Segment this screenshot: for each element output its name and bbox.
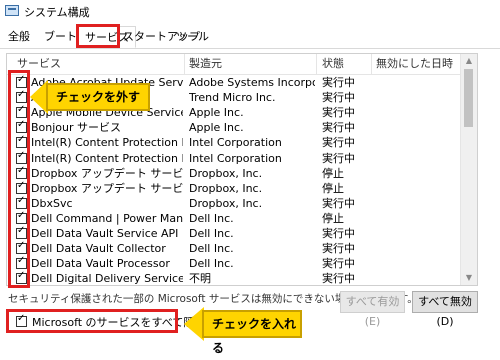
service-status: 実行中 xyxy=(322,257,355,271)
service-disabled-date xyxy=(376,256,461,272)
service-name: Dell Data Vault Collector xyxy=(31,242,166,256)
vertical-scrollbar[interactable]: ▲ ▼ xyxy=(460,54,477,285)
service-maker: Intel Corporation xyxy=(189,151,282,165)
service-row[interactable]: Bonjour サービス Apple Inc. 実行中 xyxy=(7,119,462,136)
check-callout: チェックを入れる xyxy=(202,310,302,355)
service-disabled-date xyxy=(376,120,461,136)
service-status: 停止 xyxy=(322,181,344,195)
service-name: Bonjour サービス xyxy=(31,121,122,135)
service-maker: Dell Inc. xyxy=(189,242,234,256)
service-row[interactable]: Dell Data Vault Service API Dell Inc. 実行中 xyxy=(7,225,462,242)
scroll-down-arrow-icon[interactable]: ▼ xyxy=(461,271,477,285)
service-name: DbxSvc xyxy=(31,196,73,210)
service-maker: Dropbox, Inc. xyxy=(189,181,263,195)
service-maker: Apple Inc. xyxy=(189,121,244,135)
tab-services-highlight xyxy=(76,24,120,48)
service-maker: Dropbox, Inc. xyxy=(189,166,263,180)
service-disabled-date xyxy=(376,166,461,182)
service-row[interactable]: DbxSvc Dropbox, Inc. 実行中 xyxy=(7,195,462,212)
disable-all-button[interactable]: すべて無効(D) xyxy=(412,291,478,328)
service-row[interactable]: Dell Digital Delivery Services 不明 実行中 xyxy=(7,270,462,286)
tab-bar: 全般 ブート サービス スタートアップ ツール xyxy=(0,26,500,49)
service-disabled-date xyxy=(376,90,461,106)
service-maker: Dropbox, Inc. xyxy=(189,196,263,210)
service-maker: 不明 xyxy=(189,272,211,286)
uncheck-callout: チェックを外す xyxy=(46,83,150,111)
service-status: 停止 xyxy=(322,211,344,225)
service-name: Dropbox アップデート サービス (dbupd... xyxy=(31,166,183,180)
tab-general[interactable]: 全般 xyxy=(2,26,36,48)
column-divider[interactable] xyxy=(371,54,372,74)
service-row[interactable]: Dropbox アップデート サービス (dbupd... Dropbox, In… xyxy=(7,165,462,182)
service-status: 実行中 xyxy=(322,136,355,150)
service-maker: Dell Inc. xyxy=(189,211,234,225)
service-maker: Trend Micro Inc. xyxy=(189,91,276,105)
tab-tools[interactable]: ツール xyxy=(170,26,215,48)
service-maker: Dell Inc. xyxy=(189,257,234,271)
service-name: Intel(R) Content Protection HECI Se... xyxy=(31,136,183,150)
scroll-up-arrow-icon[interactable]: ▲ xyxy=(461,54,477,68)
service-name: Dell Data Vault Service API xyxy=(31,227,179,240)
callout-arrow xyxy=(184,307,204,341)
column-header-maker[interactable]: 製造元 xyxy=(189,54,222,74)
service-row[interactable]: Intel(R) Content Protection HECI Se... In… xyxy=(7,134,462,151)
column-header-status[interactable]: 状態 xyxy=(322,54,344,74)
service-status: 実行中 xyxy=(322,91,355,105)
service-maker: Adobe Systems Incorporated xyxy=(189,76,315,89)
column-header-disabled-date[interactable]: 無効にした日時 xyxy=(376,54,453,74)
service-disabled-date xyxy=(376,226,461,242)
service-maker: Apple Inc. xyxy=(189,106,244,120)
service-disabled-date xyxy=(376,75,461,91)
service-status: 停止 xyxy=(322,166,344,180)
enable-all-button[interactable]: すべて有効(E) xyxy=(340,291,405,328)
service-row[interactable]: Dell Command | Power Manager N... Dell In… xyxy=(7,210,462,227)
service-name: Dell Digital Delivery Services xyxy=(31,272,183,286)
hide-ms-highlight xyxy=(6,309,178,333)
title-bar: システム構成 xyxy=(0,0,500,22)
service-status: 実行中 xyxy=(322,196,355,210)
service-disabled-date xyxy=(376,181,461,197)
list-header: サービス 製造元 状態 無効にした日時 xyxy=(7,54,462,75)
service-status: 実行中 xyxy=(322,151,355,165)
service-disabled-date xyxy=(376,271,461,285)
service-maker: Dell Inc. xyxy=(189,227,234,240)
msconfig-icon xyxy=(5,5,19,16)
service-disabled-date xyxy=(376,105,461,121)
service-status: 実行中 xyxy=(322,227,355,240)
column-divider[interactable] xyxy=(316,54,317,74)
service-status: 実行中 xyxy=(322,106,355,120)
service-disabled-date xyxy=(376,135,461,151)
service-status: 実行中 xyxy=(322,76,355,89)
service-disabled-date xyxy=(376,241,461,257)
service-disabled-date xyxy=(376,211,461,227)
service-status: 実行中 xyxy=(322,272,355,286)
service-name: Dropbox アップデート サービス (dbupd... xyxy=(31,181,183,195)
service-row[interactable]: Dell Data Vault Collector Dell Inc. 実行中 xyxy=(7,240,462,257)
scroll-thumb[interactable] xyxy=(464,69,473,127)
column-divider[interactable] xyxy=(184,54,185,74)
service-disabled-date xyxy=(376,196,461,212)
service-name: Dell Command | Power Manager N... xyxy=(31,211,183,225)
window-title: システム構成 xyxy=(24,6,90,19)
service-row[interactable]: Dropbox アップデート サービス (dbupd... Dropbox, In… xyxy=(7,180,462,197)
service-maker: Intel Corporation xyxy=(189,136,282,150)
service-status: 実行中 xyxy=(322,242,355,256)
service-disabled-date xyxy=(376,151,461,167)
service-status: 実行中 xyxy=(322,121,355,135)
checkbox-column-highlight xyxy=(8,70,30,288)
service-name: Dell Data Vault Processor xyxy=(31,257,170,271)
service-name: Intel(R) Content Protection HDCP S... xyxy=(31,151,183,165)
service-row[interactable]: Dell Data Vault Processor Dell Inc. 実行中 xyxy=(7,255,462,272)
service-row[interactable]: Intel(R) Content Protection HDCP S... Int… xyxy=(7,150,462,167)
